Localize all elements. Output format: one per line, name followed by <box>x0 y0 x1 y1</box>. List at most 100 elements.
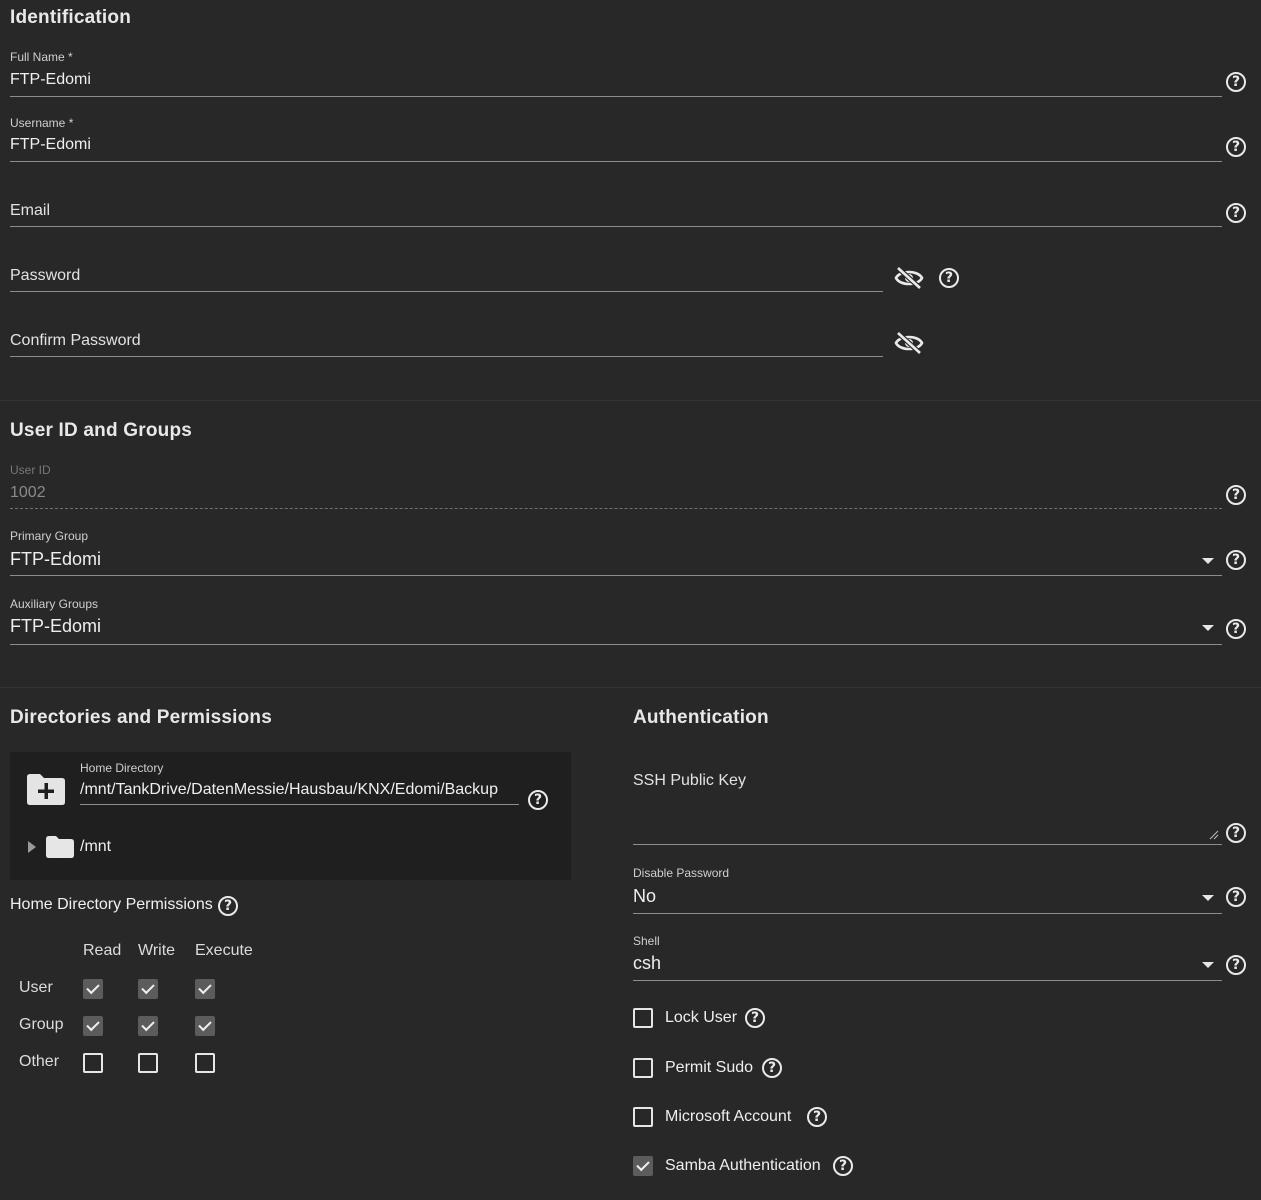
disable-password-help-icon[interactable]: ? <box>1226 887 1246 907</box>
user-id-groups-title: User ID and Groups <box>10 420 193 441</box>
microsoft-account-help-icon[interactable]: ? <box>807 1107 827 1127</box>
auxiliary-groups-help-icon[interactable]: ? <box>1226 619 1246 639</box>
other-write-checkbox[interactable] <box>138 1053 158 1073</box>
username-label: Username * <box>10 116 74 130</box>
shell-value[interactable]: csh <box>633 953 661 974</box>
col-read: Read <box>83 942 122 959</box>
section-divider <box>0 687 1261 688</box>
row-other: Other <box>19 1053 60 1070</box>
col-write: Write <box>138 942 176 959</box>
resize-handle-icon[interactable] <box>1209 830 1219 840</box>
confirm-password-placeholder: Confirm Password <box>10 332 141 349</box>
username-field[interactable]: Username * FTP-Edomi <box>10 115 1222 163</box>
microsoft-account-label[interactable]: Microsoft Account <box>665 1108 791 1126</box>
shell-help-icon[interactable]: ? <box>1226 955 1246 975</box>
lock-user-checkbox[interactable] <box>633 1008 653 1028</box>
other-execute-checkbox[interactable] <box>195 1053 215 1073</box>
home-directory-label: Home Directory <box>80 761 164 775</box>
full-name-field[interactable]: Full Name * FTP-Edomi <box>10 50 1222 98</box>
user-id-help-icon[interactable]: ? <box>1226 485 1246 505</box>
lock-user-help-icon[interactable]: ? <box>745 1008 765 1028</box>
group-execute-checkbox[interactable] <box>195 1016 215 1036</box>
authentication-title: Authentication <box>633 707 769 728</box>
expand-arrow-icon[interactable] <box>26 840 38 854</box>
full-name-underline <box>10 96 1222 97</box>
user-read-checkbox[interactable] <box>83 979 103 999</box>
chevron-down-icon[interactable] <box>1202 895 1214 901</box>
col-execute: Execute <box>195 942 253 959</box>
permissions-help-icon[interactable]: ? <box>218 896 238 916</box>
password-placeholder: Password <box>10 267 81 284</box>
username-underline <box>10 161 1222 162</box>
home-directory-input[interactable]: Home Directory /mnt/TankDrive/DatenMessi… <box>80 760 519 806</box>
primary-group-underline <box>10 575 1222 576</box>
disable-password-select[interactable]: Disable Password No <box>633 865 1222 915</box>
ssh-key-placeholder: SSH Public Key <box>633 772 746 789</box>
home-directory-permissions-label: Home Directory Permissions <box>10 896 213 913</box>
permit-sudo-checkbox[interactable] <box>633 1058 653 1078</box>
home-directory-help-icon[interactable]: ? <box>528 790 548 810</box>
group-write-checkbox[interactable] <box>138 1016 158 1036</box>
user-id-field: User ID 1002 <box>10 463 1222 511</box>
ssh-public-key-textarea[interactable]: SSH Public Key <box>633 768 1222 846</box>
confirm-password-underline <box>10 356 883 357</box>
permit-sudo-help-icon[interactable]: ? <box>762 1058 782 1078</box>
disable-password-value[interactable]: No <box>633 886 656 907</box>
username-help-icon[interactable]: ? <box>1226 137 1246 157</box>
email-underline <box>10 226 1222 227</box>
primary-group-label: Primary Group <box>10 529 89 543</box>
section-divider <box>0 400 1261 401</box>
primary-group-help-icon[interactable]: ? <box>1226 550 1246 570</box>
ssh-key-underline <box>633 844 1222 845</box>
password-field[interactable]: Password <box>10 255 883 293</box>
folder-icon[interactable] <box>45 835 75 859</box>
chevron-down-icon[interactable] <box>1202 962 1214 968</box>
directories-title: Directories and Permissions <box>10 707 273 728</box>
create-folder-icon[interactable] <box>25 771 67 807</box>
auxiliary-groups-label: Auxiliary Groups <box>10 597 99 611</box>
microsoft-account-checkbox[interactable] <box>633 1107 653 1127</box>
samba-authentication-label[interactable]: Samba Authentication <box>665 1157 821 1175</box>
permit-sudo-label[interactable]: Permit Sudo <box>665 1059 753 1077</box>
disable-password-label: Disable Password <box>633 866 730 880</box>
samba-authentication-help-icon[interactable]: ? <box>833 1156 853 1176</box>
visibility-off-icon[interactable] <box>894 331 924 355</box>
user-id-value: 1002 <box>10 484 46 501</box>
tree-node-mnt[interactable]: /mnt <box>80 838 111 856</box>
full-name-label: Full Name * <box>10 50 73 64</box>
identification-title: Identification <box>10 7 132 28</box>
row-group: Group <box>19 1016 64 1033</box>
shell-underline <box>633 980 1222 981</box>
other-read-checkbox[interactable] <box>83 1053 103 1073</box>
user-execute-checkbox[interactable] <box>195 979 215 999</box>
disable-password-underline <box>633 913 1222 914</box>
auxiliary-groups-select[interactable]: Auxiliary Groups FTP-Edomi <box>10 595 1222 647</box>
username-value[interactable]: FTP-Edomi <box>10 136 91 154</box>
samba-authentication-checkbox[interactable] <box>633 1156 653 1176</box>
auxiliary-groups-underline <box>10 644 1222 645</box>
home-directory-value[interactable]: /mnt/TankDrive/DatenMessie/Hausbau/KNX/E… <box>80 781 498 799</box>
lock-user-label[interactable]: Lock User <box>665 1009 737 1027</box>
user-id-underline <box>10 508 1222 509</box>
shell-label: Shell <box>633 934 660 948</box>
email-field[interactable]: Email <box>10 190 1222 228</box>
user-write-checkbox[interactable] <box>138 979 158 999</box>
auxiliary-groups-value[interactable]: FTP-Edomi <box>10 616 101 637</box>
email-placeholder: Email <box>10 202 51 219</box>
shell-select[interactable]: Shell csh <box>633 932 1222 982</box>
visibility-off-icon[interactable] <box>894 266 924 290</box>
home-directory-underline <box>80 804 519 805</box>
password-underline <box>10 291 883 292</box>
group-read-checkbox[interactable] <box>83 1016 103 1036</box>
email-help-icon[interactable]: ? <box>1226 203 1246 223</box>
chevron-down-icon[interactable] <box>1202 625 1214 631</box>
full-name-value[interactable]: FTP-Edomi <box>10 71 91 89</box>
ssh-key-help-icon[interactable]: ? <box>1226 823 1246 843</box>
full-name-help-icon[interactable]: ? <box>1226 72 1246 92</box>
home-directory-explorer: Home Directory /mnt/TankDrive/DatenMessi… <box>10 752 571 880</box>
chevron-down-icon[interactable] <box>1202 558 1214 564</box>
primary-group-value[interactable]: FTP-Edomi <box>10 549 101 570</box>
confirm-password-field[interactable]: Confirm Password <box>10 320 883 358</box>
primary-group-select[interactable]: Primary Group FTP-Edomi <box>10 528 1222 578</box>
password-help-icon[interactable]: ? <box>939 268 959 288</box>
